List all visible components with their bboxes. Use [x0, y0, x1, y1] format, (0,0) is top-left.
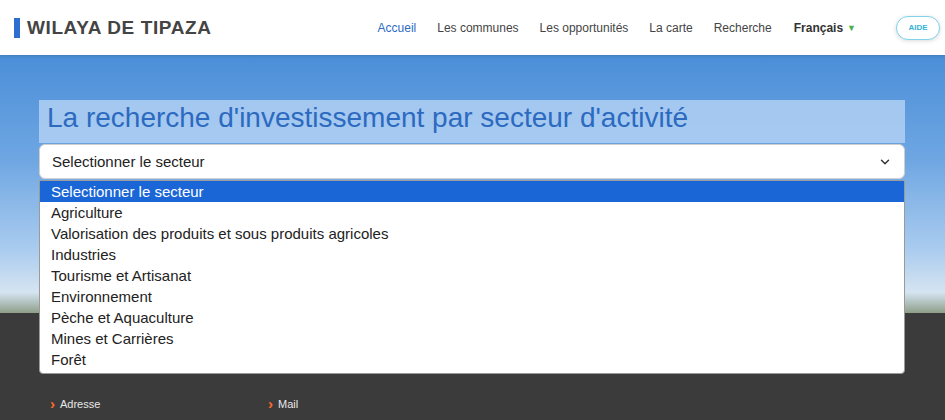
- select-option[interactable]: Pèche et Aquaculture: [40, 307, 904, 328]
- select-option[interactable]: Selectionner le secteur: [40, 181, 904, 202]
- language-selector[interactable]: Français ▼: [794, 21, 856, 35]
- nav: Accueil Les communes Les opportunités La ca…: [378, 21, 772, 35]
- footer-link-label[interactable]: Adresse: [60, 398, 100, 410]
- chevron-right-icon: ›: [268, 396, 273, 411]
- sector-select[interactable]: Selectionner le secteur: [39, 144, 905, 179]
- nav-link[interactable]: Recherche: [714, 21, 772, 35]
- select-option[interactable]: Environnement: [40, 286, 904, 307]
- brand-bar-icon: [14, 18, 20, 38]
- select-value[interactable]: Selectionner le secteur: [52, 153, 205, 170]
- brand-title[interactable]: WILAYA DE TIPAZA: [27, 17, 212, 39]
- nav-link[interactable]: Les communes: [437, 21, 518, 35]
- brand[interactable]: WILAYA DE TIPAZA: [14, 17, 212, 39]
- sector-select-wrap: Selectionner le secteurSelectionner le s…: [39, 144, 905, 179]
- footer-link[interactable]: › Mail: [268, 387, 486, 420]
- select-option[interactable]: Mines et Carrières: [40, 328, 904, 349]
- select-option[interactable]: Forêt: [40, 349, 904, 370]
- nav-link[interactable]: La carte: [649, 21, 692, 35]
- select-option[interactable]: Industries: [40, 244, 904, 265]
- dropdown-arrow-icon[interactable]: ▼: [847, 23, 856, 33]
- header: WILAYA DE TIPAZA Accueil Les communes Les o…: [0, 0, 945, 55]
- footer-link[interactable]: › Adresse: [50, 387, 268, 420]
- language-label[interactable]: Français: [794, 21, 843, 35]
- search-title: La recherche d'investissement par secteu…: [39, 100, 905, 143]
- nav-link[interactable]: Les opportunités: [540, 21, 629, 35]
- footer-link-label[interactable]: Mail: [278, 398, 298, 410]
- header-right: Accueil Les communes Les opportunités La ca…: [378, 16, 940, 40]
- select-option[interactable]: Tourisme et Artisanat: [40, 265, 904, 286]
- select-option[interactable]: Agriculture: [40, 202, 904, 223]
- page: WILAYA DE TIPAZA Accueil Les communes Les o…: [0, 0, 945, 420]
- hero: La recherche d'investissement par secteu…: [0, 55, 945, 313]
- chevron-right-icon: ›: [50, 396, 55, 411]
- nav-link[interactable]: Accueil: [378, 21, 417, 35]
- option-list: Selectionner le secteurAgricultureValori…: [39, 180, 905, 374]
- help-button[interactable]: AIDE: [896, 16, 940, 40]
- select-option[interactable]: Valorisation des produits et sous produi…: [40, 223, 904, 244]
- chevron-down-icon[interactable]: [878, 155, 892, 169]
